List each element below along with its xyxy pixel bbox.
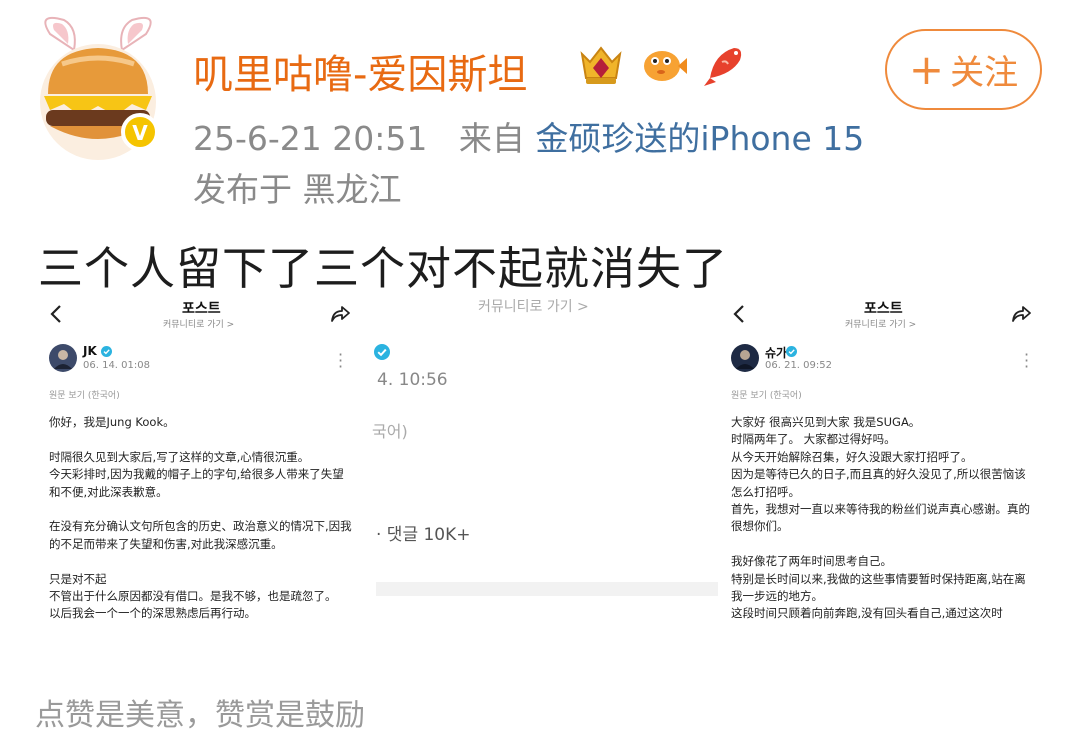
body-line: 在没有充分确认文句所包含的历史、政治意义的情况下,因我 — [49, 519, 352, 534]
back-arrow-icon — [50, 305, 61, 323]
body-line: 我一步远的地方。 — [731, 588, 823, 603]
body-line: 首先，我想对一直以来等待我的粉丝们说声真心感谢。真的 — [731, 501, 1030, 516]
post-time: 06. 14. 01:08 — [83, 360, 150, 371]
follow-button[interactable]: + 关注 — [885, 29, 1042, 110]
nav-community-link: 커뮤니티로 가기 > — [845, 320, 917, 330]
body-line: 因为是等待已久的日子,而且真的好久没见了,所以很苦恼该 — [731, 467, 1026, 482]
pufferfish-badge-icon[interactable] — [638, 40, 688, 88]
body-line: 大家好 很高兴见到大家 我是SUGA。 — [731, 415, 921, 429]
badge-group — [576, 40, 750, 88]
original-text-toggle: 원문 보기 (한국어) — [49, 391, 120, 401]
share-icon — [1012, 306, 1031, 322]
body-line: 我好像花了两年时间思考自己。 — [731, 554, 892, 569]
body-line — [49, 431, 352, 448]
body-line: 不管出于什么原因都没有借口。是我不够，也是疏忽了。 — [49, 588, 337, 603]
body-line: 只是对不起 — [49, 571, 107, 586]
body-line: 时隔两年了。 大家都过得好吗。 — [731, 432, 896, 447]
original-text-fragment: 국어) — [372, 422, 408, 441]
svg-text:V: V — [132, 121, 148, 145]
more-options-icon: · · · — [1024, 345, 1030, 376]
nav-title: 포스트 — [864, 301, 903, 317]
body-line: 你好，我是Jung Kook。 — [49, 415, 175, 429]
embedded-screenshot-middle[interactable]: 커뮤니티로 가기 > 4. 10:56 국어) · 댓글 10K+ — [372, 292, 726, 652]
more-options-icon: · · · — [338, 345, 344, 376]
body-line: 特别是长时间以来,我做的这些事情要暂时保持距离,站在离 — [731, 571, 1026, 586]
body-line — [49, 553, 352, 570]
body-line: 以后我会一个一个的深思熟虑后再行动。 — [49, 606, 256, 621]
nav-community-link: 커뮤니티로 가기 > — [163, 320, 235, 330]
embedded-screenshot-suga[interactable]: 포스트 커뮤니티로 가기 > 슈가 06. 21. 09:52 · · · 원문 보… — [718, 292, 1058, 652]
verified-icon — [101, 346, 112, 357]
post-text: 三个人留下了三个对不起就消失了 — [38, 242, 729, 295]
author-handle: 슈가 — [765, 346, 788, 360]
user-avatar-icon — [731, 344, 759, 372]
username[interactable]: 叽里咕噜-爱因斯坦 — [193, 42, 527, 100]
crown-badge-icon[interactable] — [576, 40, 626, 88]
body-line: 从今天开始解除召集，好久没跟大家打招呼了。 — [731, 449, 973, 464]
body-line: 今天彩排时,因为我戴的帽子上的字句,给很多人带来了失望 — [49, 467, 344, 482]
translated-body: 大家好 很高兴见到大家 我是SUGA。 时隔两年了。 大家都过得好吗。 从今天开… — [731, 414, 1030, 623]
body-line: 的不足而带来了失望和伤害,对此我深感沉重。 — [49, 536, 283, 551]
share-icon — [331, 306, 350, 322]
comment-count[interactable]: · 댓글 10K+ — [376, 520, 471, 545]
body-line: 很想你们。 — [731, 519, 789, 534]
post-location: 发布于 黑龙江 — [193, 170, 402, 209]
divider — [376, 582, 726, 596]
embedded-screenshot-jk[interactable]: 포스트 커뮤니티로 가기 > JK 06. 14. 01:08 · · · 원문 보… — [35, 292, 365, 652]
nav-community-link: 커뮤니티로 가기 > — [478, 299, 589, 315]
follow-label: 关注 — [950, 53, 1019, 93]
post-meta: 25-6-21 20:51 来自 金硕珍送的iPhone 15 — [193, 112, 864, 160]
verified-icon — [786, 346, 797, 357]
footer-partial-text: 点赞是美意，赞赏是鼓励 — [35, 698, 365, 733]
author-handle: JK — [83, 344, 97, 358]
user-avatar-icon — [49, 344, 77, 372]
koi-fish-badge-icon[interactable] — [700, 40, 750, 88]
verified-icon — [374, 344, 390, 360]
body-line: 时隔很久见到大家后,写了这样的文章,心情很沉重。 — [49, 449, 310, 464]
body-line — [49, 501, 352, 518]
back-arrow-icon — [733, 305, 744, 323]
translated-body: 你好，我是Jung Kook。 时隔很久见到大家后,写了这样的文章,心情很沉重。… — [49, 414, 352, 623]
body-line: 和不便,对此深表歉意。 — [49, 484, 168, 499]
body-line: 怎么打招呼。 — [731, 484, 800, 499]
plus-icon: + — [908, 44, 945, 94]
from-label: 来自 — [458, 119, 525, 158]
nav-title: 포스트 — [182, 301, 221, 317]
avatar[interactable]: V — [28, 12, 168, 162]
body-line: 这段时间只顾着向前奔跑,没有回头看自己,通过这次时 — [731, 606, 1003, 621]
post-time: 06. 21. 09:52 — [765, 360, 832, 371]
post-timestamp: 25-6-21 20:51 — [193, 119, 428, 158]
post-source-link[interactable]: 金硕珍送的iPhone 15 — [535, 119, 864, 158]
original-text-toggle: 원문 보기 (한국어) — [731, 391, 802, 401]
body-line — [731, 536, 1030, 553]
post-time: 4. 10:56 — [377, 370, 448, 390]
